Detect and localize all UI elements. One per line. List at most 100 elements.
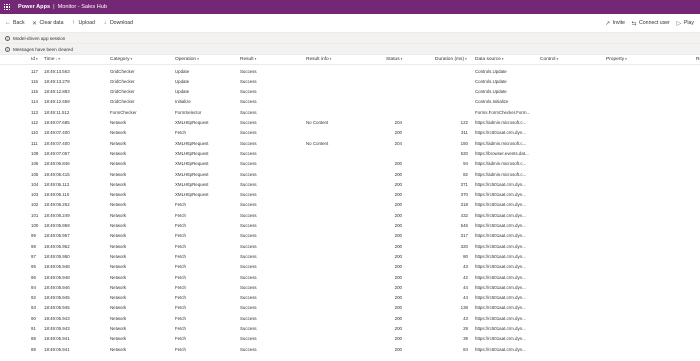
table-row[interactable]: 102 18:49:06.252 Network Fetch Success 200 318… [0,200,700,210]
cell-duration: 42 [463,274,468,280]
column-header-control[interactable]: Control▾ [540,57,590,62]
table-row[interactable]: 109 18:49:07.057 Network XMLHttpRequest Succ… [0,148,700,158]
column-header-label: Operation [175,57,197,62]
column-header-category[interactable]: Category▾ [110,57,170,62]
cell-operation: Fetch [175,264,186,270]
cell-id: 112 [31,120,38,125]
cell-id: 99 [31,233,36,239]
table-row[interactable]: 93 18:49:05.945 Network Fetch Success 200 138 h… [0,303,700,313]
column-header-result[interactable]: Result▾ [240,57,300,62]
cell-status: 200 [394,161,402,167]
cell-result: Success [240,336,257,342]
cell-operation: Update [175,68,190,74]
table-row[interactable]: 103 18:49:06.110 Network XMLHttpRequest Succ… [0,190,700,200]
chevron-down-icon: ▾ [254,57,257,61]
cell-duration: 82 [463,171,468,177]
table-row[interactable]: 95 18:49:05.948 Network Fetch Success 200 43 ht… [0,262,700,272]
table-row[interactable]: 111 18:49:07.400 Network XMLHttpRequest Succ… [0,138,700,148]
cell-category: Network [110,346,127,352]
cell-data-source: https://rc501aat.crm.dyn... [475,346,526,352]
back-label: Back [13,20,25,26]
table-row[interactable]: 88 18:49:05.941 Network Fetch Success 200 39 ht… [0,334,700,344]
column-header-property[interactable]: Property▾ [606,57,656,62]
cell-data-source: https://admin.microsoft.c... [475,161,527,167]
table-row[interactable]: 106 18:49:06.846 Network XMLHttpRequest Succ… [0,159,700,169]
table-row[interactable]: 112 18:49:07.685 Network XMLHttpRequest Succ… [0,118,700,128]
table-row[interactable]: 99 18:49:05.957 Network Fetch Success 200 317 h… [0,231,700,241]
cell-category: Network [110,336,127,342]
cell-time: 18:49:05.948 [44,264,70,270]
table-row[interactable]: 110 18:49:07.400 Network Fetch Success 200 311… [0,128,700,138]
column-header-status[interactable]: Status▾ [386,57,402,62]
cell-data-source: https://rc501aat.crm.dyn... [475,202,526,208]
cell-data-source: https://rc501aat.crm.dyn... [475,253,526,259]
table-row[interactable]: 91 18:49:05.943 Network Fetch Success 200 29 ht… [0,324,700,334]
column-header-time[interactable]: Time↓ ▾ [44,57,104,62]
cell-id: 114 [31,99,38,105]
table-row[interactable]: 92 18:49:05.945 Network Fetch Success 200 44 ht… [0,293,700,303]
cell-data-source: https://rc501aat.crm.dyn... [475,326,526,331]
table-row[interactable]: 104 18:49:06.112 Network XMLHttpRequest Succ… [0,179,700,189]
column-header-duration[interactable]: Duration (ms)▾ [435,57,467,62]
column-header-result-info[interactable]: Result info▾ [306,57,366,62]
cell-data-source: https://rc501aat.crm.dyn... [475,264,526,270]
cell-time: 18:49:06.252 [44,202,70,208]
cell-time: 18:49:05.941 [44,336,70,342]
cell-category: Network [110,130,127,136]
invite-button[interactable]: ↗ Invite [605,20,625,27]
cell-data-source: https://rc501aat.crm.dyn... [475,130,526,136]
cell-status: 200 [394,130,402,136]
cell-category: Network [110,202,127,208]
table-row[interactable]: 116 18:49:13.278 GridChecker Update Success C… [0,76,700,86]
column-header-label: Property [606,57,625,62]
top-bar: Power Apps | Monitor - Sales Hub [0,0,700,14]
cell-duration: 80 [463,253,468,259]
table-row[interactable]: 113 18:49:11.512 FormChecker FormSelector Su… [0,107,700,117]
cell-data-source: Forms.FormChecker.Form... [475,109,531,115]
connect-user-button[interactable]: ⇆ Connect user [631,20,670,27]
table-row[interactable]: 90 18:49:05.943 Network Fetch Success 200 43 ht… [0,313,700,323]
cell-result: Success [240,161,257,167]
column-header-operation[interactable]: Operation▾ [175,57,235,62]
table-row[interactable]: 115 18:49:12.883 GridChecker Update Success C… [0,87,700,97]
cell-category: Network [110,150,127,156]
app-launcher-icon[interactable] [0,0,14,14]
cell-time: 18:49:05.959 [44,223,70,228]
table-row[interactable]: 97 18:49:05.950 Network Fetch Success 200 80 ht… [0,251,700,261]
column-header-id[interactable]: Id▾ [31,57,41,62]
cell-category: Network [110,326,127,331]
play-button[interactable]: ▷ Play [676,20,694,27]
cell-operation: Update [175,78,190,84]
table-row[interactable]: 96 18:49:05.948 Network Fetch Success 200 42 ht… [0,272,700,282]
cell-time: 18:49:06.846 [44,161,70,167]
clear-data-button[interactable]: ✕ Clear data [32,20,63,27]
table-row[interactable]: 114 18:49:12.659 GridChecker Initialize Succ… [0,97,700,107]
cell-status: 200 [394,192,402,198]
cell-id: 113 [31,109,38,115]
cell-data-source: https://rc501aat.crm.dyn... [475,336,526,342]
column-header-re[interactable]: Re [696,57,700,62]
cell-duration: 84 [463,346,468,352]
cell-status: 200 [394,295,402,301]
cell-result: Success [240,315,257,321]
download-button[interactable]: ↓ Download [102,20,133,26]
table-row[interactable]: 89 18:49:05.941 Network Fetch Success 200 84 ht… [0,344,700,354]
upload-button[interactable]: ↑ Upload [70,20,95,26]
cell-duration: 43 [463,264,468,270]
cell-operation: Fetch [175,233,186,239]
cell-category: Network [110,295,127,301]
table-row[interactable]: 98 18:49:05.952 Network Fetch Success 200 320 h… [0,241,700,251]
table-row[interactable]: 100 18:49:05.959 Network Fetch Success 200 546… [0,221,700,231]
cell-result: Success [240,89,257,95]
column-header-label: Result [240,57,254,62]
back-button[interactable]: ← Back [5,20,25,26]
cell-category: Network [110,315,127,321]
cell-id: 98 [31,243,36,249]
table-row[interactable]: 101 18:49:06.249 Network Fetch Success 200 432… [0,210,700,220]
column-header-data-source[interactable]: Data source▾ [475,57,531,62]
table-row[interactable]: 94 18:49:05.946 Network Fetch Success 200 44 ht… [0,282,700,292]
table-row[interactable]: 117 18:49:13.563 GridChecker Update Success C… [0,66,700,76]
cell-result: Success [240,233,257,239]
table-row[interactable]: 105 18:49:06.415 Network XMLHttpRequest Succ… [0,169,700,179]
cell-time: 18:49:05.946 [44,284,70,290]
